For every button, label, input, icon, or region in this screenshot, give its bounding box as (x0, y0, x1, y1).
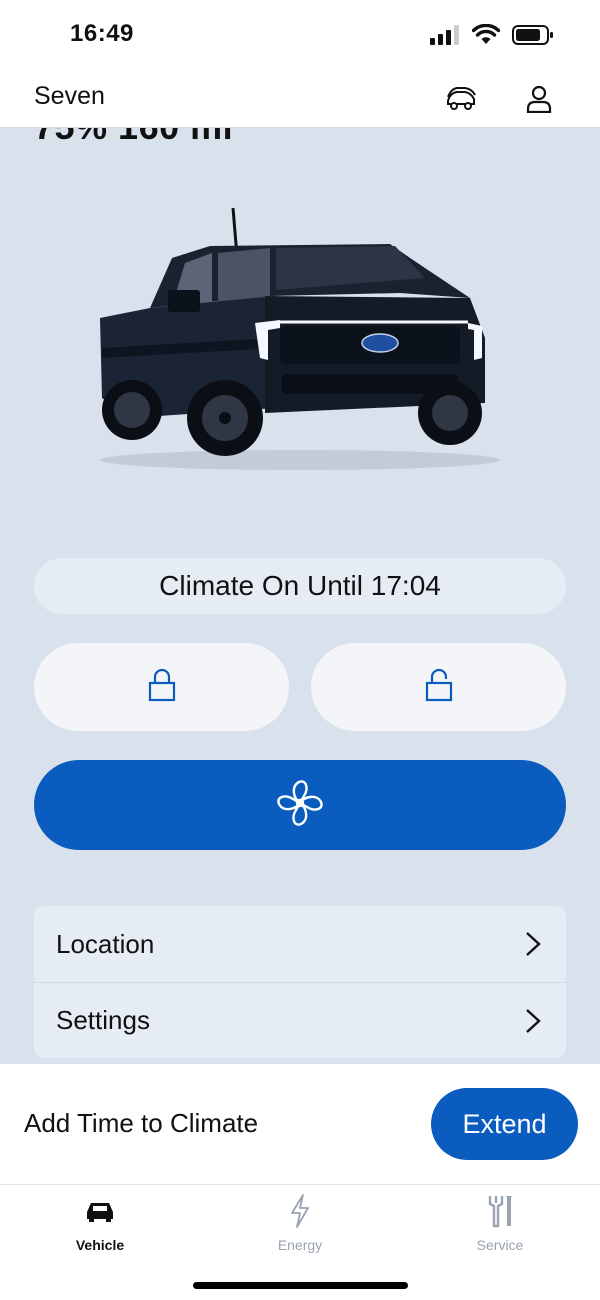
chevron-right-icon (522, 1007, 544, 1035)
add-time-text: Add Time to Climate (24, 1108, 259, 1138)
cellular-signal-icon (430, 24, 460, 50)
lightning-icon (282, 1193, 318, 1229)
tab-energy[interactable]: Energy (240, 1193, 360, 1263)
tab-service[interactable]: Service (440, 1193, 560, 1263)
tab-label: Energy (277, 1237, 323, 1253)
vehicle-menu-list: Location Settings (34, 906, 566, 1058)
menu-item-location[interactable]: Location (34, 906, 566, 982)
tab-label: Vehicle (75, 1237, 125, 1253)
range-readout: 75% 160 mi (34, 128, 233, 148)
menu-item-settings[interactable]: Settings (34, 982, 566, 1058)
climate-extend-bar: Add Time to Climate Extend (0, 1064, 600, 1184)
climate-control-button[interactable] (34, 760, 566, 850)
status-time: 16:49 (70, 20, 134, 47)
vehicle-switch-icon[interactable] (444, 82, 478, 116)
battery-icon (512, 24, 554, 50)
unlock-button[interactable] (311, 643, 566, 731)
menu-item-label: Settings (56, 1005, 150, 1035)
vehicle-image (90, 198, 510, 478)
status-bar: 16:49 (0, 0, 600, 72)
vehicle-content[interactable]: 75% 160 mi (0, 128, 600, 1064)
wifi-icon (471, 23, 501, 50)
unlock-icon (425, 668, 453, 707)
tab-bar: Vehicle Energy Service (0, 1184, 600, 1300)
fan-icon (273, 776, 327, 835)
account-icon[interactable] (522, 82, 556, 116)
chevron-right-icon (522, 930, 544, 958)
lock-button[interactable] (34, 643, 289, 731)
lock-icon (148, 668, 176, 707)
tab-vehicle[interactable]: Vehicle (40, 1193, 160, 1263)
status-icons (430, 23, 554, 50)
extend-button[interactable]: Extend (431, 1088, 578, 1160)
car-icon (82, 1193, 118, 1229)
vehicle-name-title: Seven (34, 82, 105, 110)
menu-item-label: Location (56, 928, 155, 959)
climate-status-pill: Climate On Until 17:04 (34, 558, 566, 614)
tools-icon (482, 1193, 518, 1229)
app-header: Seven (0, 72, 600, 128)
home-indicator[interactable] (193, 1282, 408, 1289)
tab-label: Service (476, 1237, 524, 1253)
